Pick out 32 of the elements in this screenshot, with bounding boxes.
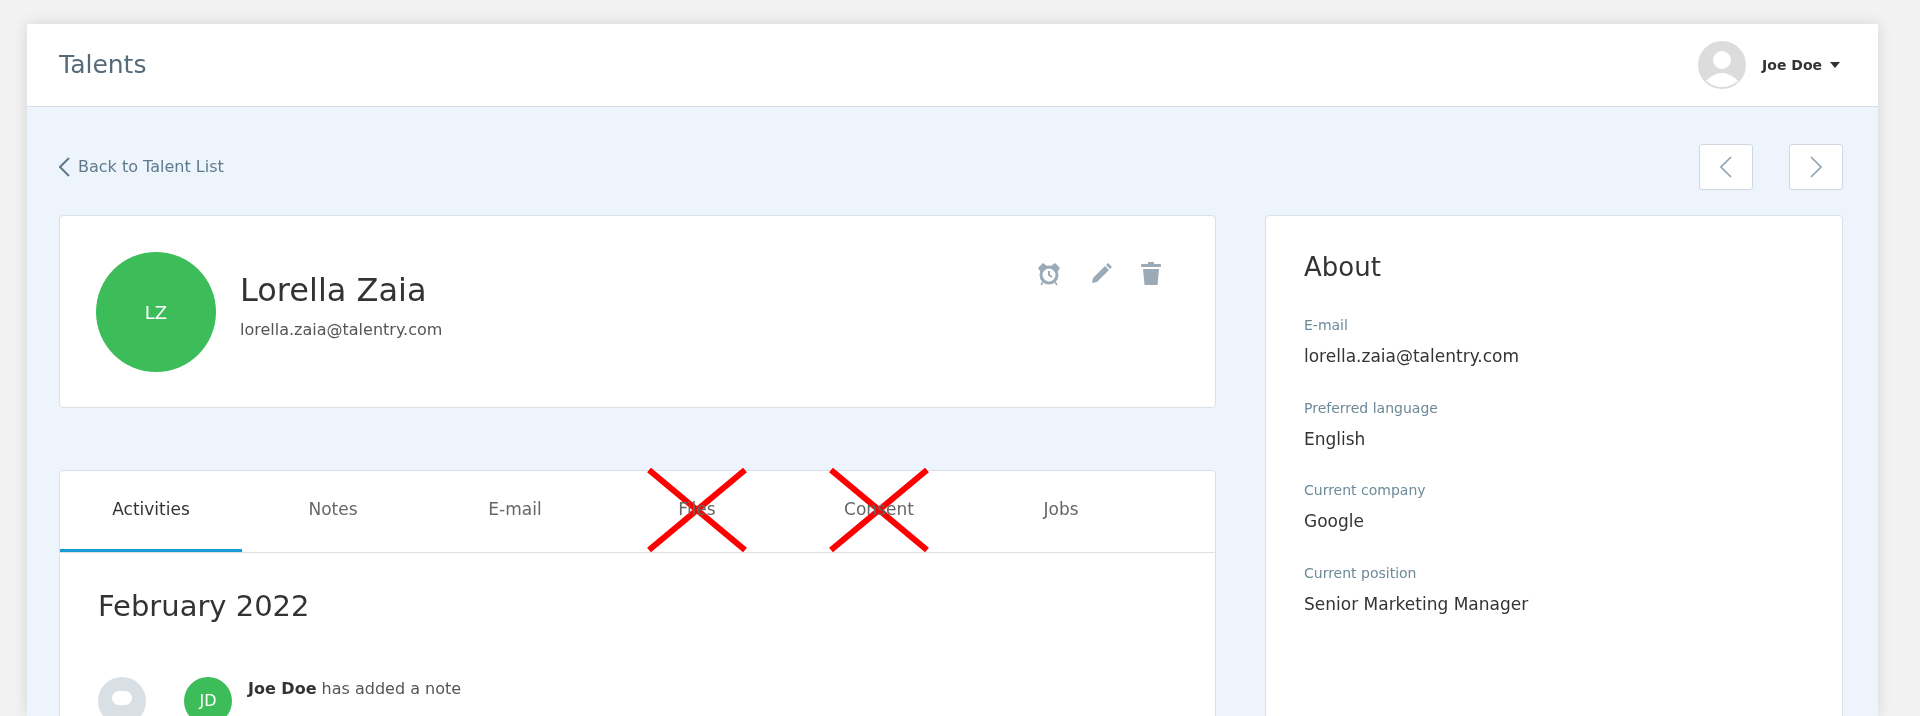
field-value: lorella.zaia@talentry.com [1304, 345, 1520, 368]
field-label: Current position [1304, 563, 1418, 583]
caret-icon [1830, 62, 1840, 68]
field-value: English [1304, 427, 1367, 451]
chevron-right-icon [1810, 156, 1822, 178]
avatar: LZ [96, 252, 216, 372]
tab[interactable]: Notes [242, 471, 424, 552]
next-button[interactable] [1789, 144, 1843, 190]
field-value: Senior Marketing Manager [1304, 592, 1530, 616]
user-avatar-icon [1698, 41, 1747, 89]
trash-icon[interactable] [1141, 262, 1161, 286]
about-heading: About [1304, 251, 1382, 284]
pencil-icon[interactable] [1089, 262, 1113, 286]
tab[interactable]: E-mail [424, 471, 606, 552]
field-value: Google [1304, 510, 1365, 533]
previous-button[interactable] [1699, 144, 1753, 190]
field-label: E-mail [1304, 316, 1349, 335]
field-label: Preferred language [1304, 398, 1439, 418]
page-title: Talents [59, 49, 147, 82]
alarm-clock-icon[interactable] [1037, 262, 1061, 286]
user-avatar: JD [184, 676, 232, 716]
tab[interactable]: Activities [60, 471, 242, 552]
talent-name: Lorella Zaia [240, 270, 428, 311]
user-menu[interactable]: Joe Doe [1762, 54, 1822, 76]
tab[interactable]: Jobs [970, 471, 1152, 552]
chevron-left-icon [1720, 156, 1732, 178]
chevron-left-icon [59, 157, 70, 177]
field-label: Current company [1304, 481, 1427, 500]
talent-email: lorella.zaia@talentry.com [240, 319, 444, 341]
month-heading: February 2022 [98, 588, 311, 625]
back-link[interactable]: Back to Talent List [59, 155, 224, 179]
activity-text: Joe Doe has added a note [248, 677, 462, 700]
